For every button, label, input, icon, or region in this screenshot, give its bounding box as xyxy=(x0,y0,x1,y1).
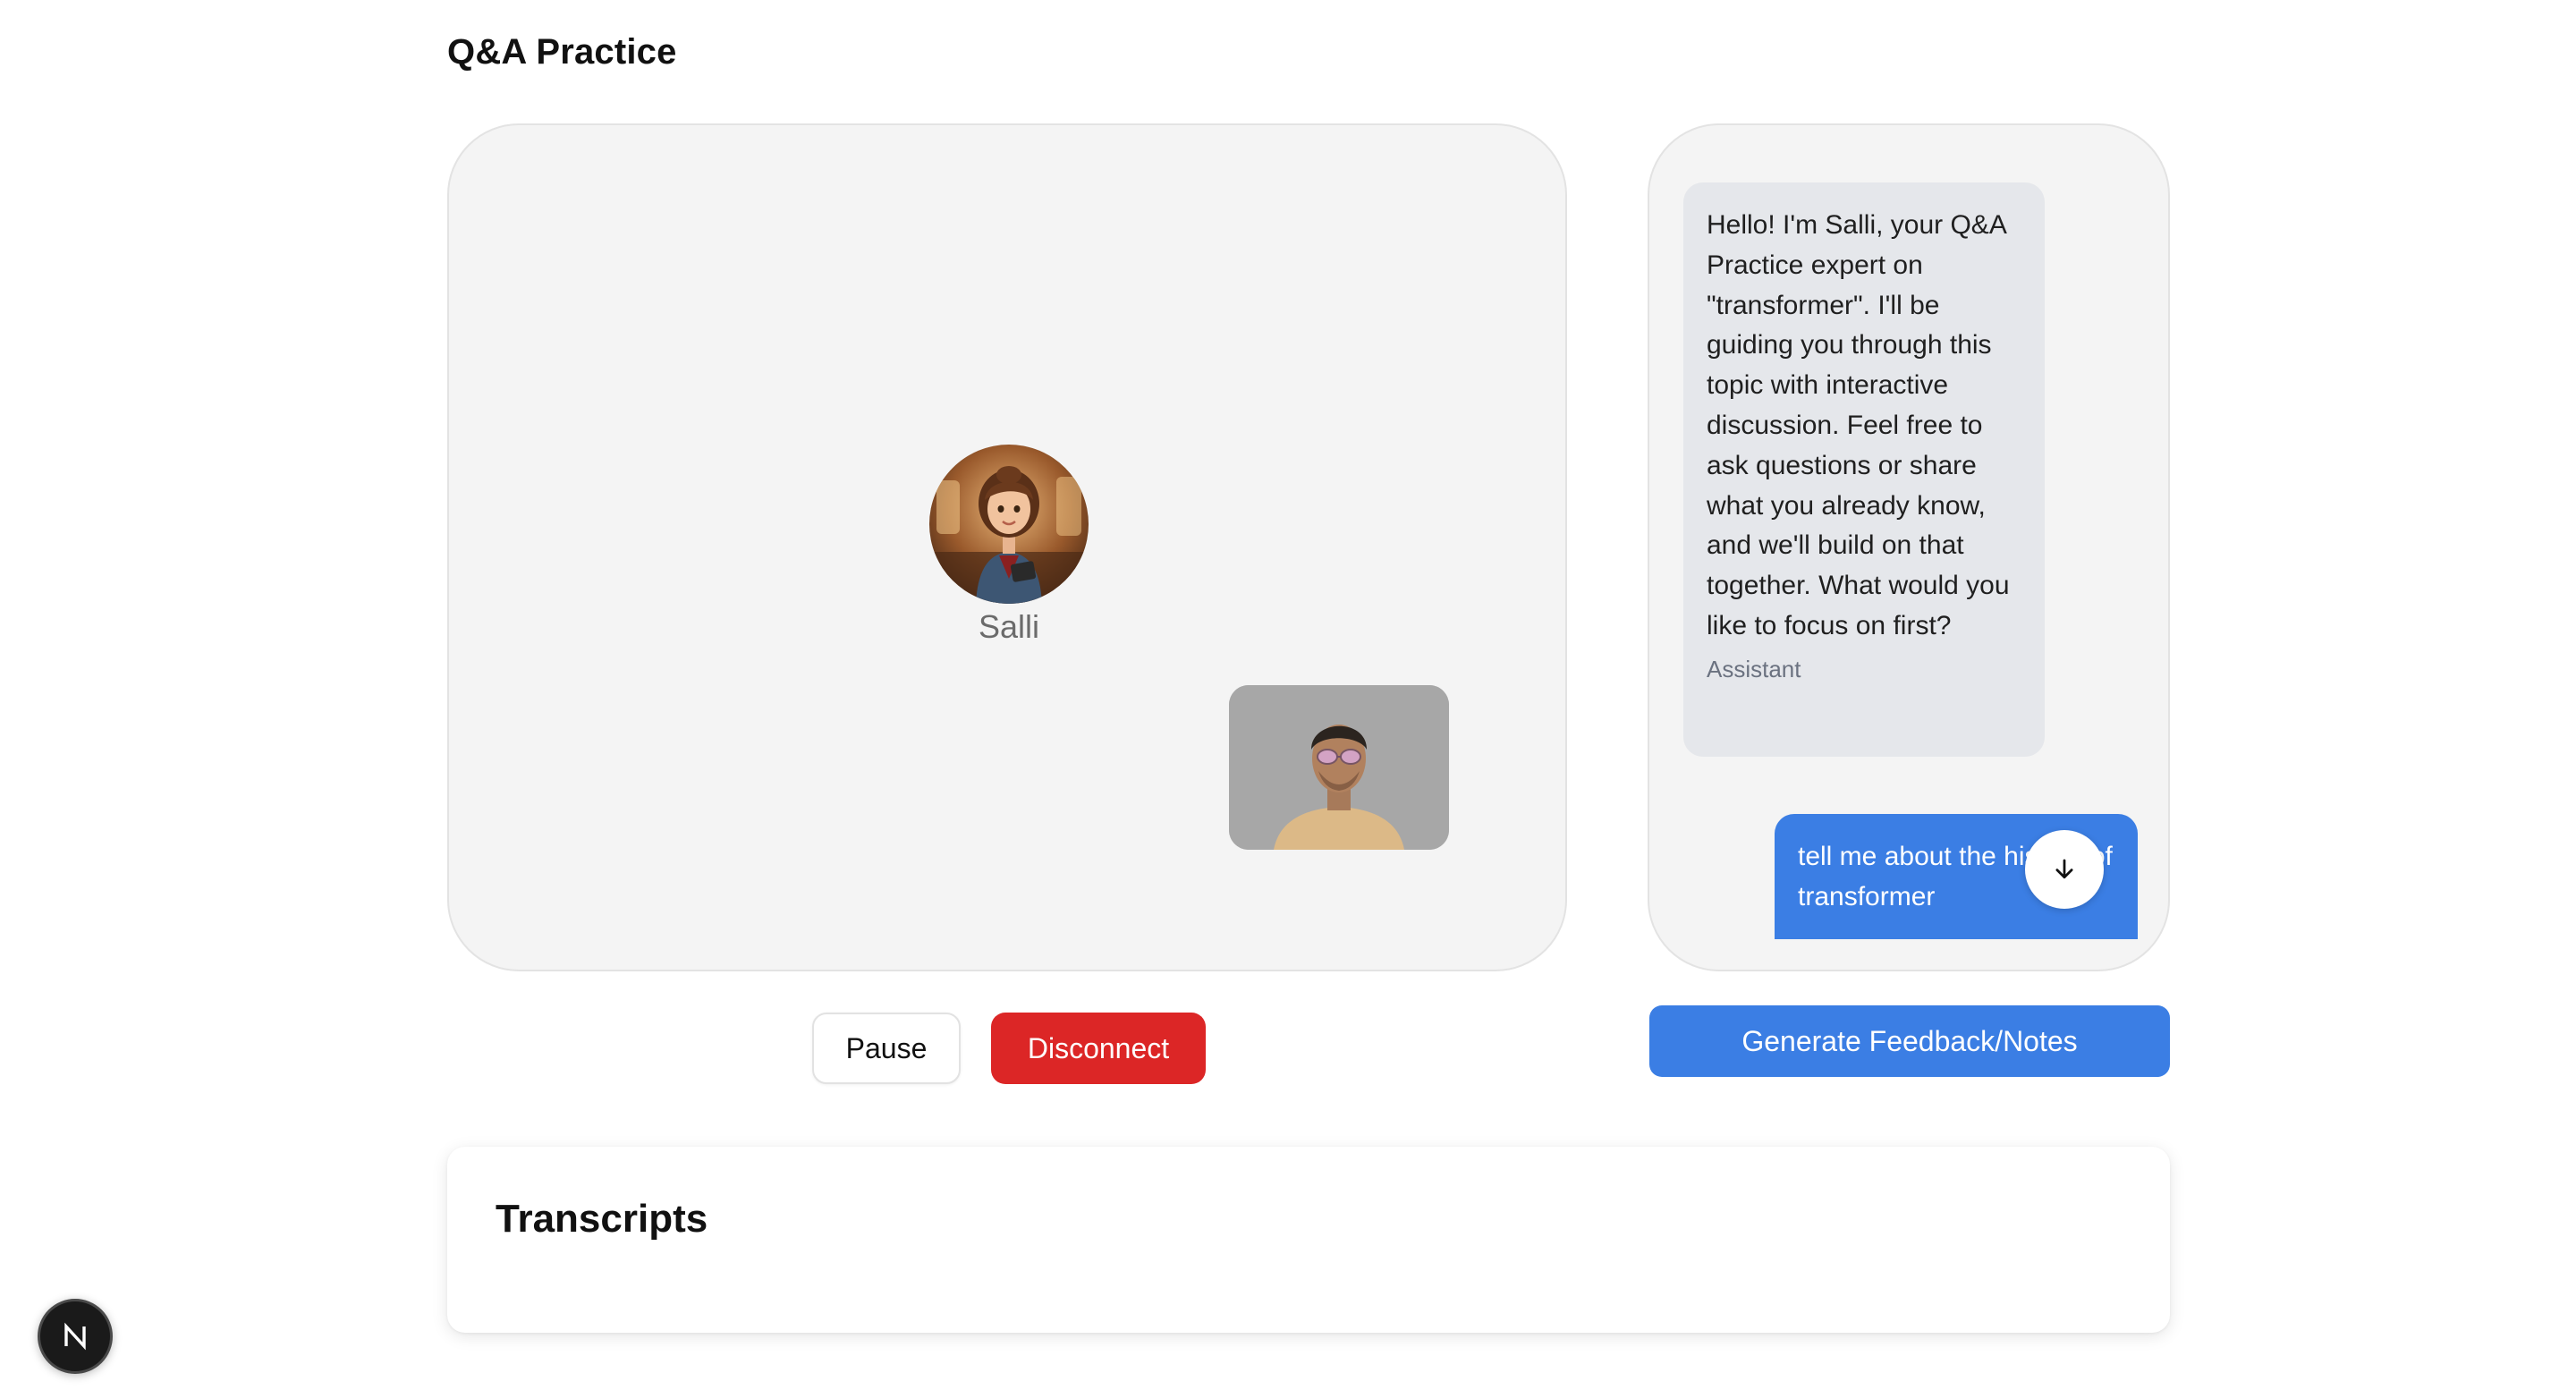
disconnect-button[interactable]: Disconnect xyxy=(991,1013,1206,1084)
scroll-to-bottom-button[interactable] xyxy=(2025,830,2104,909)
transcripts-card: Transcripts xyxy=(447,1147,2170,1333)
dev-tools-badge[interactable] xyxy=(38,1299,113,1374)
assistant-message-text: Hello! I'm Salli, your Q&A Practice expe… xyxy=(1707,210,2010,640)
page-title: Q&A Practice xyxy=(447,32,677,72)
generate-feedback-button[interactable]: Generate Feedback/Notes xyxy=(1649,1005,2170,1077)
assistant-avatar-illustration xyxy=(929,445,1089,604)
self-camera-view xyxy=(1229,685,1449,850)
nextjs-logo-icon xyxy=(64,1322,86,1351)
arrow-down-icon xyxy=(2055,859,2073,879)
pause-button[interactable]: Pause xyxy=(812,1013,961,1084)
transcripts-title: Transcripts xyxy=(496,1197,708,1241)
assistant-avatar xyxy=(929,445,1089,604)
assistant-message: Hello! I'm Salli, your Q&A Practice expe… xyxy=(1683,182,2045,757)
assistant-name: Salli xyxy=(978,608,1040,645)
chat-panel[interactable]: Hello! I'm Salli, your Q&A Practice expe… xyxy=(1648,123,2170,971)
message-role-label: Assistant xyxy=(1707,655,1801,682)
self-camera-feed xyxy=(1229,685,1449,850)
call-panel: Salli xyxy=(447,123,1567,971)
